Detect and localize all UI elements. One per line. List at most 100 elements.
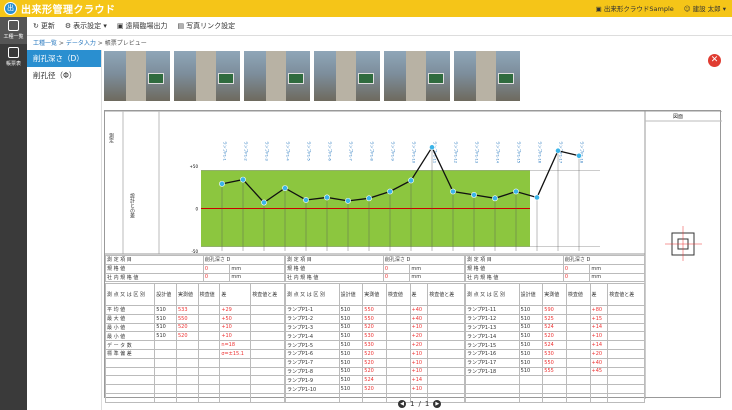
design-value: 510 bbox=[518, 313, 544, 324]
point-label: ランプP1-6 bbox=[285, 348, 340, 359]
column-header: 検査値と差 bbox=[427, 283, 465, 306]
close-icon[interactable]: ✕ bbox=[708, 54, 721, 67]
nav-label: 帳票表 bbox=[5, 61, 21, 67]
empty-cell bbox=[197, 384, 221, 394]
point-label: ランプP1-5 bbox=[285, 340, 340, 350]
site-photo[interactable] bbox=[384, 51, 450, 101]
check-value bbox=[385, 313, 411, 324]
design-value bbox=[154, 340, 177, 350]
breadcrumb-home[interactable]: 工種一覧 bbox=[33, 40, 57, 47]
remote-output-button[interactable]: ▣ 遠隔臨場出力 bbox=[117, 21, 168, 31]
nav-item-report[interactable]: 帳票表 bbox=[0, 44, 27, 71]
diff2-value bbox=[427, 322, 465, 333]
design-value: 510 bbox=[154, 331, 177, 342]
diff2-value bbox=[250, 322, 285, 333]
measurement-table: 測 点 又 は 区 別設計値 実測値 検査値差検査値と差 ランプP1-11 510 590… bbox=[465, 283, 645, 403]
diff-value: +10 bbox=[409, 384, 429, 394]
empty-cell bbox=[565, 375, 591, 386]
diff-value: +10 bbox=[409, 357, 429, 368]
empty-cell bbox=[175, 384, 199, 394]
app-header: 出 出来形管理クラウド ▣ 出来形クラウドSample ☺ 建設 太郎 ▾ bbox=[0, 0, 732, 17]
point-label: ランプP1-7 bbox=[285, 357, 340, 368]
display-settings-button[interactable]: ⚙ 表示設定 ▾ bbox=[65, 21, 107, 31]
column-header: 検査値と差 bbox=[607, 283, 645, 306]
x-tick-label: ランプP1-3 bbox=[265, 141, 270, 161]
design-value: 510 bbox=[518, 357, 544, 368]
empty-cell bbox=[175, 392, 199, 403]
diff2-value bbox=[250, 340, 285, 350]
standard-label: 規 格 値 bbox=[285, 263, 384, 274]
empty-cell bbox=[589, 392, 609, 403]
diff-value: +10 bbox=[409, 348, 429, 359]
site-photo[interactable] bbox=[314, 51, 380, 101]
tree-item-depth[interactable]: 削孔深さ（D） bbox=[27, 50, 101, 67]
diff-value: +15 bbox=[589, 313, 609, 324]
empty-cell bbox=[197, 392, 221, 403]
design-value: 510 bbox=[518, 340, 544, 350]
diff2-value bbox=[607, 322, 645, 333]
stat-label: 最 大 値 bbox=[104, 313, 156, 324]
refresh-button[interactable]: ↻ 更新 bbox=[33, 21, 55, 31]
diff2-value bbox=[607, 366, 645, 377]
actual-value: 530 bbox=[362, 331, 387, 342]
check-value bbox=[385, 375, 411, 386]
check-value bbox=[197, 305, 221, 315]
empty-cell bbox=[607, 392, 645, 403]
y-tick-label: -50 bbox=[191, 249, 198, 254]
diff2-value bbox=[427, 340, 465, 350]
column-header: 検査値 bbox=[197, 283, 221, 306]
x-tick-label: ランプP1-1 bbox=[223, 141, 228, 161]
design-value: 510 bbox=[338, 340, 364, 350]
design-value: 510 bbox=[518, 305, 544, 315]
diff-value: +20 bbox=[409, 331, 429, 342]
diff-value: +80 bbox=[589, 305, 609, 315]
tree-item-diameter[interactable]: 削孔径（Φ） bbox=[27, 67, 101, 84]
column-header: 設計値 bbox=[518, 283, 544, 306]
unit-label: mm bbox=[589, 263, 645, 274]
empty-cell bbox=[338, 392, 364, 403]
data-point bbox=[324, 194, 330, 201]
site-photo[interactable] bbox=[454, 51, 520, 101]
design-value: 510 bbox=[518, 348, 544, 359]
prev-page-icon[interactable]: ◀ bbox=[398, 400, 406, 408]
photo-link-button[interactable]: ▤ 写真リンク設定 bbox=[178, 21, 236, 31]
y-tick-label: 0 bbox=[195, 207, 198, 212]
diff-value: σ=±15.1 bbox=[219, 348, 252, 359]
data-point bbox=[513, 188, 519, 195]
diff2-value bbox=[607, 340, 645, 350]
sample-link[interactable]: ▣ 出来形クラウドSample bbox=[596, 3, 674, 13]
user-menu[interactable]: ☺ 建設 太郎 ▾ bbox=[684, 3, 726, 13]
actual-value bbox=[175, 340, 199, 350]
next-page-icon[interactable]: ▶ bbox=[433, 400, 442, 408]
site-photo[interactable] bbox=[174, 51, 240, 101]
design-value: 510 bbox=[154, 305, 177, 315]
data-point bbox=[366, 195, 372, 202]
point-label: ランプP1-2 bbox=[285, 313, 340, 324]
data-point bbox=[282, 185, 288, 191]
measure-label: 測 定 項 目 bbox=[465, 255, 564, 265]
check-value bbox=[385, 366, 411, 377]
breadcrumb-input[interactable]: データ入力 bbox=[66, 40, 96, 47]
diff2-value bbox=[427, 305, 465, 315]
unit-label: mm bbox=[229, 263, 285, 274]
photo-icon: ▤ bbox=[177, 22, 185, 30]
empty-cell bbox=[250, 357, 285, 368]
diff-value: +40 bbox=[409, 305, 429, 315]
point-label: ランプP1-11 bbox=[465, 305, 520, 315]
column-header: 検査値 bbox=[565, 283, 591, 306]
actual-value: 555 bbox=[542, 366, 567, 377]
unit-label: mm bbox=[409, 272, 465, 283]
chart-y-label: 設計との差 bbox=[129, 193, 135, 218]
empty-cell bbox=[542, 375, 567, 386]
empty-cell bbox=[607, 375, 645, 386]
x-tick-label: ランプP1-13 bbox=[475, 141, 480, 164]
nav-item-work-types[interactable]: 工種一覧 bbox=[0, 17, 27, 44]
site-photo[interactable] bbox=[244, 51, 310, 101]
actual-value bbox=[175, 348, 199, 359]
y-tick-label: +50 bbox=[190, 164, 199, 169]
site-photo[interactable] bbox=[104, 51, 170, 101]
breadcrumb: 工種一覧 > データ入力 > 帳票プレビュー bbox=[33, 40, 147, 47]
x-tick-label: ランプP1-12 bbox=[454, 141, 459, 164]
app-logo[interactable]: 出 出来形管理クラウド bbox=[4, 1, 116, 16]
actual-value: 530 bbox=[542, 348, 567, 359]
